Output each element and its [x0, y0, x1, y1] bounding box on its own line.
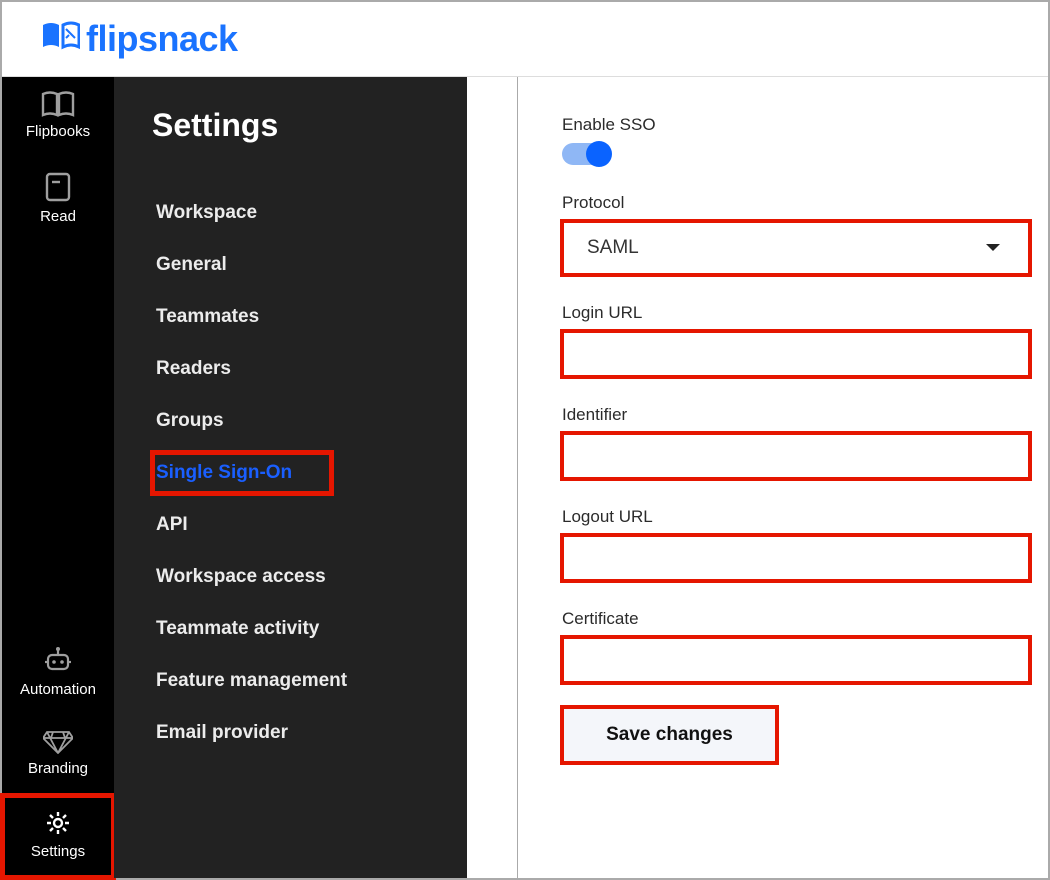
nav-automation-label: Automation [6, 681, 110, 698]
top-header: flipsnack [2, 2, 1048, 77]
enable-sso-label: Enable SSO [562, 115, 1030, 135]
protocol-value: SAML [587, 237, 639, 259]
nav-automation[interactable]: Automation [2, 633, 114, 716]
settings-item-workspace[interactable]: Workspace [152, 192, 271, 234]
certificate-input[interactable] [562, 637, 1030, 683]
settings-list: Workspace General Teammates Readers Grou… [152, 192, 467, 754]
diamond-icon [6, 730, 110, 754]
brand-name: flipsnack [86, 18, 238, 60]
save-changes-button[interactable]: Save changes [562, 707, 777, 763]
app-frame: flipsnack Flipbooks Read [0, 0, 1050, 880]
settings-item-feature-management[interactable]: Feature management [152, 660, 361, 702]
settings-title: Settings [152, 107, 467, 144]
settings-item-workspace-access[interactable]: Workspace access [152, 556, 340, 598]
protocol-block: Protocol SAML [562, 193, 1030, 275]
login-url-label: Login URL [562, 303, 1030, 323]
nav-branding-label: Branding [6, 760, 110, 777]
settings-item-groups[interactable]: Groups [152, 400, 238, 442]
certificate-block: Certificate [562, 609, 1030, 683]
nav-read-label: Read [6, 208, 110, 225]
enable-sso-toggle[interactable] [562, 143, 610, 165]
enable-sso-block: Enable SSO [562, 115, 1030, 165]
nav-flipbooks-label: Flipbooks [6, 123, 110, 140]
protocol-label: Protocol [562, 193, 1030, 213]
login-url-input[interactable] [562, 331, 1030, 377]
identifier-input[interactable] [562, 433, 1030, 479]
toggle-knob-icon [586, 141, 612, 167]
gear-icon [6, 809, 110, 837]
settings-subnav-panel: Settings Workspace General Teammates Rea… [114, 77, 467, 878]
book-open-icon [6, 91, 110, 117]
book-icon [42, 18, 86, 60]
brand-logo: flipsnack [42, 18, 238, 60]
logout-url-label: Logout URL [562, 507, 1030, 527]
identifier-label: Identifier [562, 405, 1030, 425]
nav-branding[interactable]: Branding [2, 716, 114, 795]
login-url-block: Login URL [562, 303, 1030, 377]
nav-flipbooks[interactable]: Flipbooks [2, 77, 114, 158]
settings-item-readers[interactable]: Readers [152, 348, 245, 390]
settings-item-email-provider[interactable]: Email provider [152, 712, 302, 754]
nav-settings[interactable]: Settings [2, 795, 114, 878]
protocol-select[interactable]: SAML [562, 221, 1030, 275]
primary-nav-rail: Flipbooks Read Automation [2, 77, 114, 878]
document-icon [6, 172, 110, 202]
nav-settings-label: Settings [6, 843, 110, 860]
settings-item-api[interactable]: API [152, 504, 202, 546]
settings-item-teammate-activity[interactable]: Teammate activity [152, 608, 333, 650]
logout-url-input[interactable] [562, 535, 1030, 581]
logout-url-block: Logout URL [562, 507, 1030, 581]
body: Flipbooks Read Automation [2, 77, 1048, 878]
robot-icon [6, 647, 110, 675]
certificate-label: Certificate [562, 609, 1030, 629]
main-content: Enable SSO Protocol SAML Login U [467, 77, 1048, 878]
settings-item-general[interactable]: General [152, 244, 241, 286]
identifier-block: Identifier [562, 405, 1030, 479]
chevron-down-icon [985, 237, 1001, 259]
settings-item-sso[interactable]: Single Sign-On [152, 452, 332, 494]
nav-read[interactable]: Read [2, 158, 114, 243]
settings-item-teammates[interactable]: Teammates [152, 296, 273, 338]
